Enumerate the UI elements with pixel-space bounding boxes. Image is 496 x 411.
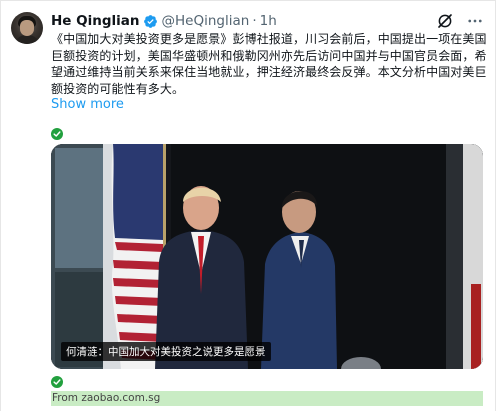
grok-icon[interactable] bbox=[436, 12, 454, 30]
avatar[interactable] bbox=[11, 12, 43, 44]
tweet-card[interactable]: He Qinglian @HeQinglian · 1h 《中国加大对美投资更多… bbox=[0, 0, 496, 411]
check-circle-icon bbox=[51, 376, 63, 388]
check-circle-icon bbox=[51, 128, 63, 140]
more-options-icon[interactable] bbox=[466, 12, 484, 30]
photo-scene bbox=[51, 144, 483, 369]
tweet-text: 《中国加大对美投资更多是愿景》彭博社报道，川习会前后，中国提出一项在美国巨额投资… bbox=[51, 32, 487, 96]
tweet-header: He Qinglian @HeQinglian · 1h bbox=[51, 11, 277, 31]
link-source-bar[interactable]: From zaobao.com.sg bbox=[51, 391, 483, 406]
image-caption: 何清涟：中国加大对美投资之说更多是愿景 bbox=[61, 342, 271, 361]
source-domain[interactable]: From zaobao.com.sg bbox=[51, 391, 160, 406]
show-more-link[interactable]: Show more bbox=[51, 97, 124, 112]
author-handle[interactable]: @HeQinglian bbox=[162, 13, 250, 29]
author-name[interactable]: He Qinglian bbox=[51, 13, 140, 29]
tweet-image[interactable]: 何清涟：中国加大对美投资之说更多是愿景 bbox=[51, 144, 483, 369]
tweet-actions-top bbox=[436, 12, 484, 30]
separator-dot: · bbox=[252, 13, 257, 29]
verified-badge-icon bbox=[143, 14, 157, 28]
timestamp[interactable]: 1h bbox=[260, 13, 277, 29]
